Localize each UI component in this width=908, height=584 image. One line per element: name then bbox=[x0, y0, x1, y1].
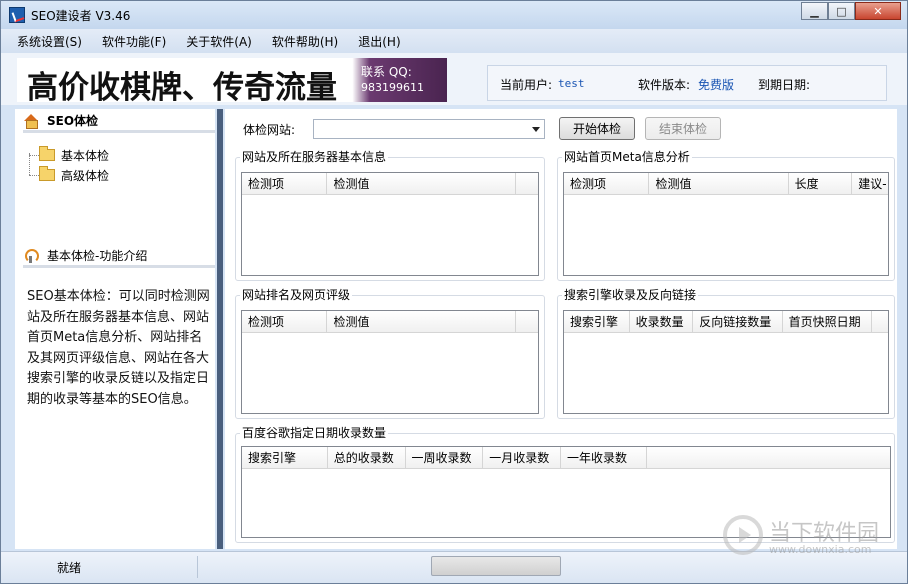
intro-title: 基本体检-功能介绍 bbox=[47, 249, 148, 263]
column-header[interactable]: 检测项 bbox=[564, 173, 650, 195]
watermark-url: www.downxia.com bbox=[769, 543, 872, 556]
server-info-table[interactable]: 检测项 检测值 bbox=[241, 172, 539, 276]
column-header bbox=[647, 447, 890, 469]
table-header: 检测项 检测值 bbox=[242, 173, 538, 195]
title-bar[interactable]: SEO建设者 V3.46 ▁ □ ✕ bbox=[1, 1, 907, 29]
window-title: SEO建设者 V3.46 bbox=[31, 9, 131, 23]
folder-icon bbox=[39, 166, 55, 181]
banner-contact-label: 联系 QQ: bbox=[361, 65, 412, 79]
version-value: 免费版 bbox=[698, 78, 735, 92]
user-info-box: 当前用户: test 软件版本: 免费版 到期日期: bbox=[487, 65, 887, 101]
status-divider bbox=[197, 556, 198, 578]
table-header: 搜索引擎 总的收录数 一周收录数 一月收录数 一年收录数 bbox=[242, 447, 890, 469]
column-header bbox=[872, 311, 888, 333]
server-info-group: 网站及所在服务器基本信息 检测项 检测值 bbox=[235, 150, 545, 281]
meta-info-title: 网站首页Meta信息分析 bbox=[562, 150, 692, 164]
main-content: 体检网站: 开始体检 结束体检 网站及所在服务器基本信息 检测项 检测值 网站首… bbox=[225, 109, 897, 549]
rank-group: 网站排名及网页评级 检测项 检测值 bbox=[235, 288, 545, 419]
current-user-label: 当前用户: bbox=[500, 78, 553, 92]
server-info-title: 网站及所在服务器基本信息 bbox=[240, 150, 389, 164]
banner-contact: 联系 QQ: 983199611 bbox=[361, 64, 424, 96]
column-header bbox=[516, 173, 538, 195]
menu-help[interactable]: 软件帮助(H) bbox=[272, 33, 338, 50]
rank-title: 网站排名及网页评级 bbox=[240, 288, 353, 302]
close-button[interactable]: ✕ bbox=[855, 2, 901, 20]
minimize-button[interactable]: ▁ bbox=[801, 2, 828, 20]
intro-header: 基本体检-功能介绍 bbox=[23, 246, 215, 268]
intro-description: SEO基本体检：可以同时检测网站及所在服务器基本信息、网站首页Meta信息分析、… bbox=[27, 289, 210, 407]
menu-about[interactable]: 关于软件(A) bbox=[186, 33, 252, 50]
seo-check-header: SEO体检 bbox=[23, 111, 215, 133]
tree-item-advanced-check[interactable]: 高级体检 bbox=[29, 165, 199, 185]
table-header: 搜索引擎 收录数量 反向链接数量 首页快照日期 bbox=[564, 311, 888, 333]
progress-bar bbox=[431, 556, 561, 576]
left-panel: SEO体检 基本体检 高级体检 基本体检-功能介绍 SEO基本体检：可以同时检测… bbox=[15, 109, 215, 549]
seo-check-title: SEO体检 bbox=[47, 114, 99, 128]
column-header[interactable]: 建议- bbox=[852, 173, 888, 195]
banner-contact-number: 983199611 bbox=[361, 81, 424, 94]
column-header[interactable]: 检测值 bbox=[327, 173, 517, 195]
index-backlink-group: 搜索引擎收录及反向链接 搜索引擎 收录数量 反向链接数量 首页快照日期 bbox=[557, 288, 895, 419]
dropdown-arrow-icon bbox=[532, 127, 540, 132]
watermark: 当下软件园 www.downxia.com bbox=[723, 513, 899, 565]
current-user-value: test bbox=[558, 77, 585, 90]
app-window: SEO建设者 V3.46 ▁ □ ✕ 系统设置(S) 软件功能(F) 关于软件(… bbox=[0, 0, 908, 584]
column-header[interactable]: 长度 bbox=[789, 173, 853, 195]
check-site-select[interactable] bbox=[313, 119, 545, 139]
meta-info-table[interactable]: 检测项 检测值 长度 建议- bbox=[563, 172, 889, 276]
column-header[interactable]: 反向链接数量 bbox=[693, 311, 783, 333]
tree-item-basic-check[interactable]: 基本体检 bbox=[29, 145, 199, 165]
column-header[interactable]: 一周收录数 bbox=[406, 447, 484, 469]
version-label: 软件版本: bbox=[638, 78, 691, 92]
menu-software-functions[interactable]: 软件功能(F) bbox=[102, 33, 166, 50]
broadcast-icon bbox=[23, 248, 39, 264]
app-logo-icon bbox=[9, 7, 25, 23]
maximize-button[interactable]: □ bbox=[828, 2, 855, 20]
watermark-logo-icon bbox=[723, 515, 763, 555]
column-header[interactable]: 总的收录数 bbox=[328, 447, 406, 469]
menu-exit[interactable]: 退出(H) bbox=[358, 33, 400, 50]
check-site-label: 体检网站: bbox=[243, 123, 296, 137]
start-check-button[interactable]: 开始体检 bbox=[559, 117, 635, 140]
rank-table[interactable]: 检测项 检测值 bbox=[241, 310, 539, 414]
column-header bbox=[516, 311, 538, 333]
column-header[interactable]: 一月收录数 bbox=[483, 447, 562, 469]
ad-banner[interactable]: 高价收棋牌、传奇流量 联系 QQ: 983199611 bbox=[17, 58, 447, 102]
table-header: 检测项 检测值 长度 建议- bbox=[564, 173, 888, 195]
index-backlink-table[interactable]: 搜索引擎 收录数量 反向链接数量 首页快照日期 bbox=[563, 310, 889, 414]
index-backlink-title: 搜索引擎收录及反向链接 bbox=[562, 288, 699, 302]
meta-info-group: 网站首页Meta信息分析 检测项 检测值 长度 建议- bbox=[557, 150, 895, 281]
banner-slogan: 高价收棋牌、传奇流量 bbox=[27, 70, 337, 102]
panel-splitter[interactable] bbox=[217, 109, 223, 549]
check-tree: 基本体检 高级体检 bbox=[29, 145, 199, 185]
column-header[interactable]: 检测项 bbox=[242, 173, 328, 195]
column-header[interactable]: 检测值 bbox=[649, 173, 789, 195]
folder-icon bbox=[39, 146, 55, 161]
column-header[interactable]: 收录数量 bbox=[630, 311, 694, 333]
column-header[interactable]: 搜索引擎 bbox=[564, 311, 630, 333]
tree-item-label: 高级体检 bbox=[61, 168, 110, 183]
window-controls: ▁ □ ✕ bbox=[801, 2, 901, 20]
dated-index-title: 百度谷歌指定日期收录数量 bbox=[240, 426, 389, 440]
column-header[interactable]: 首页快照日期 bbox=[783, 311, 873, 333]
column-header[interactable]: 搜索引擎 bbox=[242, 447, 328, 469]
stop-check-button[interactable]: 结束体检 bbox=[645, 117, 721, 140]
column-header[interactable]: 检测项 bbox=[242, 311, 328, 333]
header-area: 高价收棋牌、传奇流量 联系 QQ: 983199611 当前用户: test 软… bbox=[1, 53, 907, 105]
expiry-label: 到期日期: bbox=[758, 78, 811, 92]
check-toolbar: 体检网站: 开始体检 结束体检 bbox=[225, 117, 897, 143]
home-icon bbox=[23, 113, 39, 129]
column-header[interactable]: 检测值 bbox=[327, 311, 517, 333]
tree-item-label: 基本体检 bbox=[61, 148, 110, 163]
menu-system-settings[interactable]: 系统设置(S) bbox=[17, 33, 82, 50]
column-header[interactable]: 一年收录数 bbox=[561, 447, 647, 469]
table-header: 检测项 检测值 bbox=[242, 311, 538, 333]
status-text: 就绪 bbox=[57, 561, 82, 575]
menu-bar: 系统设置(S) 软件功能(F) 关于软件(A) 软件帮助(H) 退出(H) bbox=[1, 29, 907, 53]
